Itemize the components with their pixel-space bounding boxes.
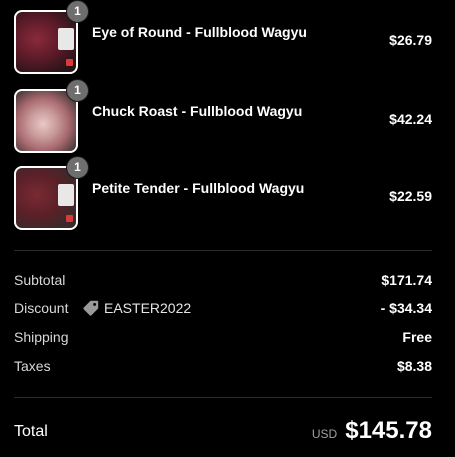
subtotal-value: $171.74 bbox=[381, 272, 432, 288]
item-name: Chuck Roast - Fullblood Wagyu bbox=[92, 103, 303, 119]
discount-code: EASTER2022 bbox=[104, 300, 192, 316]
taxes-label: Taxes bbox=[14, 358, 51, 374]
discount-code-chip: EASTER2022 bbox=[82, 297, 191, 319]
discount-label: Discount bbox=[14, 300, 69, 316]
line-item: 1 Petite Tender - Fullblood Wagyu $22.59 bbox=[14, 156, 434, 230]
quantity-badge: 1 bbox=[66, 0, 89, 23]
shipping-label: Shipping bbox=[14, 329, 69, 345]
item-price: $42.24 bbox=[389, 111, 432, 127]
total-row: Total USD $145.78 bbox=[14, 417, 432, 447]
divider bbox=[14, 250, 432, 251]
taxes-value: $8.38 bbox=[396, 358, 432, 374]
item-price: $22.59 bbox=[389, 188, 432, 204]
taxes-row: Taxes $8.38 bbox=[14, 358, 432, 378]
discount-row: Discount EASTER2022 - $34.34 bbox=[14, 300, 432, 320]
item-price: $26.79 bbox=[389, 32, 432, 48]
order-summary: 1 Eye of Round - Fullblood Wagyu $26.79 … bbox=[0, 0, 455, 457]
total-label: Total bbox=[14, 423, 48, 440]
subtotal-label: Subtotal bbox=[14, 272, 66, 288]
shipping-value: Free bbox=[402, 329, 432, 345]
subtotal-row: Subtotal $171.74 bbox=[14, 272, 432, 292]
discount-value: - $34.34 bbox=[380, 300, 432, 316]
line-item: 1 Eye of Round - Fullblood Wagyu $26.79 bbox=[14, 0, 434, 74]
item-name: Eye of Round - Fullblood Wagyu bbox=[92, 24, 307, 40]
quantity-badge: 1 bbox=[66, 79, 89, 102]
line-item: 1 Chuck Roast - Fullblood Wagyu $42.24 bbox=[14, 79, 434, 153]
divider bbox=[14, 397, 432, 398]
shipping-row: Shipping Free bbox=[14, 329, 432, 349]
quantity-badge: 1 bbox=[66, 156, 89, 179]
item-name: Petite Tender - Fullblood Wagyu bbox=[92, 180, 305, 196]
total-amount-group: USD $145.78 bbox=[312, 417, 432, 445]
total-amount: $145.78 bbox=[345, 417, 432, 444]
currency-code: USD bbox=[311, 427, 338, 441]
tag-icon bbox=[83, 300, 99, 316]
